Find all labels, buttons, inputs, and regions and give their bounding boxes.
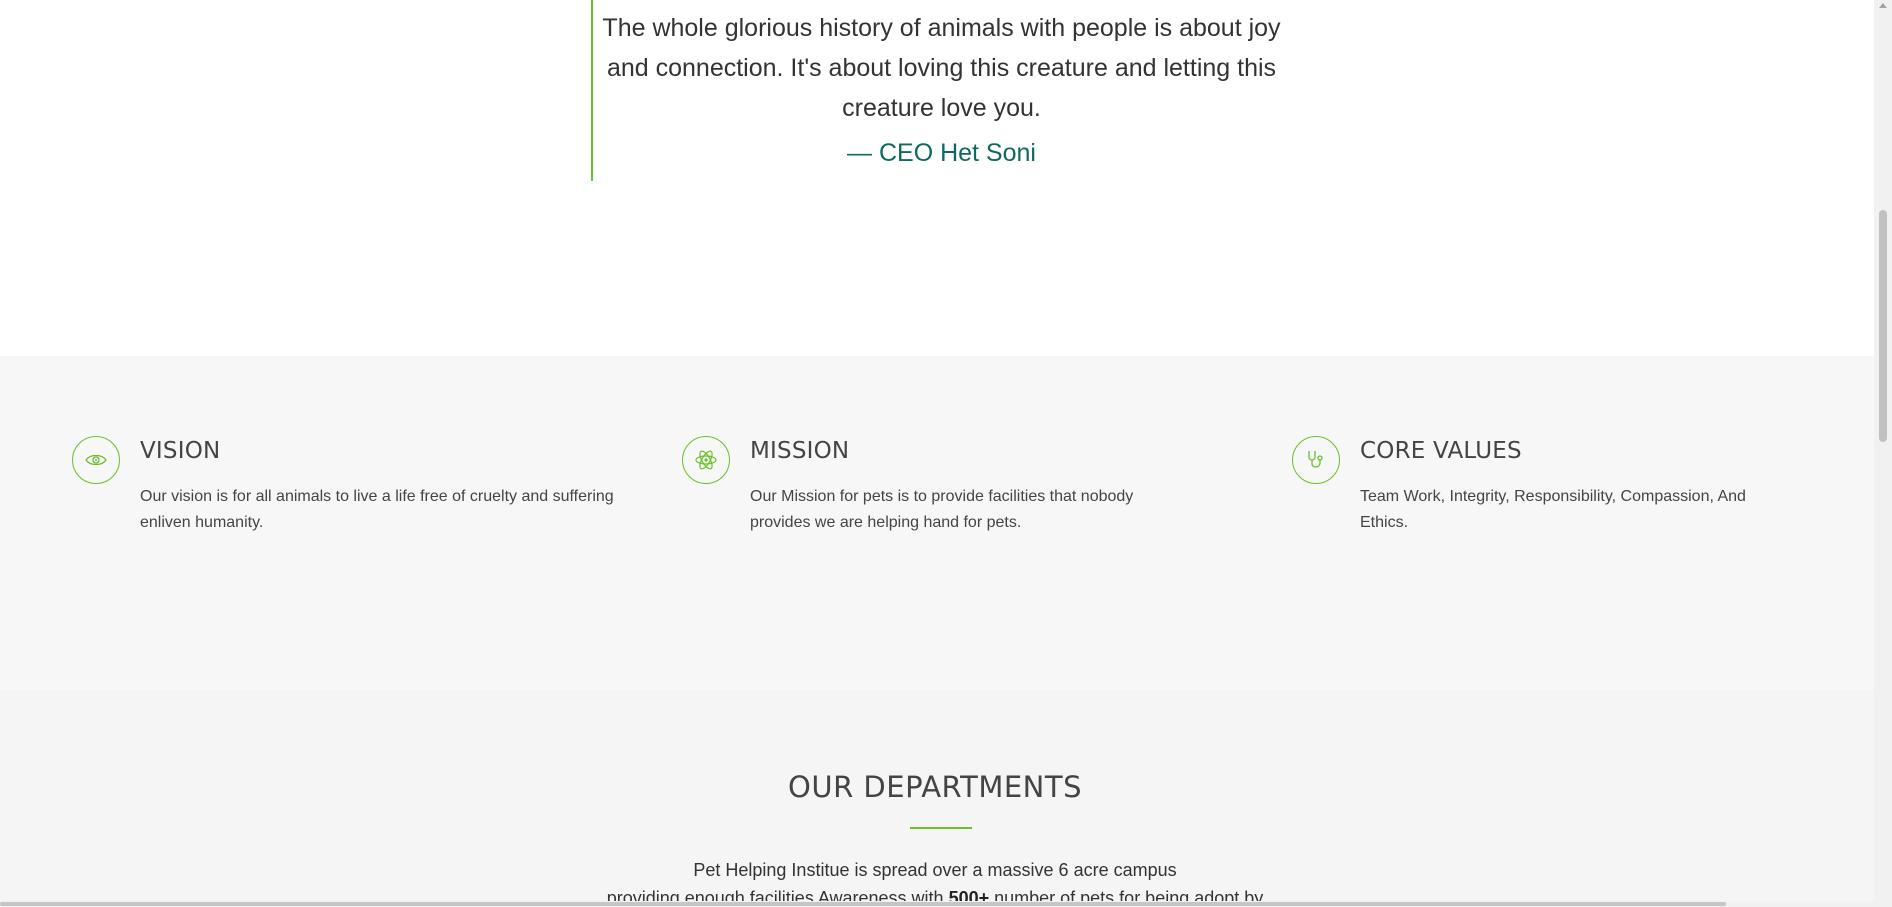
- page: The whole glorious history of animals wi…: [0, 0, 1892, 907]
- title-divider: [910, 827, 972, 829]
- vision-card: VISION Our vision is for all animals to …: [72, 436, 632, 556]
- eye-icon: [72, 436, 120, 484]
- core-values-description: Team Work, Integrity, Responsibility, Co…: [1360, 488, 1746, 531]
- departments-section: OUR DEPARTMENTS Pet Helping Institue is …: [0, 690, 1874, 907]
- departments-line-1: Pet Helping Institue is spread over a ma…: [693, 860, 1177, 880]
- atom-icon: [682, 436, 730, 484]
- vertical-scroll-thumb[interactable]: [1879, 210, 1887, 442]
- mission-description: Our Mission for pets is to provide facil…: [750, 488, 1134, 531]
- vision-title: VISION: [140, 438, 221, 464]
- mission-card: MISSION Our Mission for pets is to provi…: [682, 436, 1242, 556]
- horizontal-scroll-thumb[interactable]: [0, 902, 1726, 906]
- quote-author: — CEO Het Soni: [847, 139, 1036, 167]
- values-section: VISION Our vision is for all animals to …: [0, 356, 1874, 690]
- quote-section: The whole glorious history of animals wi…: [0, 0, 1874, 356]
- stethoscope-icon: [1292, 436, 1340, 484]
- ceo-quote: The whole glorious history of animals wi…: [591, 0, 1291, 181]
- mission-title: MISSION: [750, 438, 850, 464]
- departments-description: Pet Helping Institue is spread over a ma…: [0, 856, 1870, 907]
- scroll-up-arrow-icon[interactable]: [1879, 3, 1887, 8]
- vision-description: Our vision is for all animals to live a …: [140, 488, 614, 531]
- core-values-title: CORE VALUES: [1360, 438, 1522, 464]
- quote-text: The whole glorious history of animals wi…: [602, 14, 1281, 122]
- core-values-card: CORE VALUES Team Work, Integrity, Respon…: [1292, 436, 1852, 556]
- vertical-scrollbar[interactable]: [1874, 0, 1892, 907]
- departments-title: OUR DEPARTMENTS: [788, 770, 1082, 804]
- horizontal-scrollbar[interactable]: [0, 901, 1874, 907]
